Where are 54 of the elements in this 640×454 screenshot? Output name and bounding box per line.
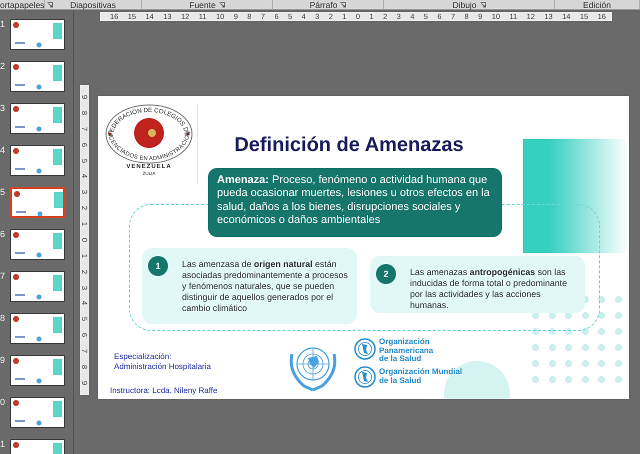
slide-preview-drawing bbox=[11, 62, 64, 91]
slide-preview-drawing bbox=[11, 314, 64, 343]
slide-preview-drawing bbox=[12, 189, 63, 216]
slide-thumbnail[interactable] bbox=[10, 313, 65, 344]
slide-number: 5 bbox=[0, 187, 6, 197]
ribbon-group-label: Dibujo bbox=[452, 0, 477, 10]
slide-preview-drawing bbox=[11, 104, 64, 133]
slide-number: 1 bbox=[0, 19, 6, 29]
slide-thumbnail[interactable] bbox=[10, 19, 65, 50]
slide-thumbnail[interactable] bbox=[10, 397, 65, 428]
globe-emblem-icon bbox=[354, 366, 376, 388]
step-number: 2 bbox=[376, 264, 396, 284]
slide-number: 7 bbox=[0, 271, 6, 281]
ribbon-group-label: ortapapeles bbox=[0, 0, 44, 10]
dialog-launcher-icon[interactable] bbox=[340, 2, 346, 8]
slide-thumbnail[interactable] bbox=[10, 229, 65, 260]
dialog-launcher-icon[interactable] bbox=[480, 2, 486, 8]
specialization-text: Administración Hospitalaria bbox=[114, 362, 211, 372]
step-number: 1 bbox=[148, 256, 168, 276]
slide-preview-drawing bbox=[11, 272, 64, 301]
slide-number: 1 bbox=[0, 439, 6, 449]
ribbon-group-label: Edición bbox=[583, 0, 611, 10]
slide-preview-drawing bbox=[11, 230, 64, 259]
slide-number: 9 bbox=[0, 355, 6, 365]
card-text: Las amenzasa de origen natural están asociadas predominantemente a procesos y fenómenos naturales, que se pueden distinguir de aquellos generados por el cambio climático bbox=[182, 259, 349, 315]
ribbon-group-label: Diapositivas bbox=[70, 0, 116, 10]
slide-thumbnail[interactable] bbox=[10, 355, 65, 386]
ribbon-group-label: Fuente bbox=[189, 0, 216, 10]
slide-preview-drawing bbox=[11, 146, 64, 175]
slide-title: Definición de Amenazas bbox=[233, 134, 465, 157]
slide-thumbnail[interactable] bbox=[10, 145, 65, 176]
dialog-launcher-icon[interactable] bbox=[47, 2, 54, 8]
card-text: Las amenazas antropogénicas son las inducidas de forma total o predominante por las actividades y las acciones humanas. bbox=[410, 267, 568, 312]
slide-number: 3 bbox=[0, 103, 6, 113]
slide-preview-drawing bbox=[11, 398, 64, 427]
slide-thumbnail[interactable] bbox=[10, 61, 65, 92]
slide-number: 8 bbox=[0, 313, 6, 323]
slide-preview-drawing bbox=[11, 356, 64, 385]
slide-thumbnail[interactable] bbox=[10, 271, 65, 302]
slide-number: 4 bbox=[0, 145, 6, 155]
definition-text: Amenaza: Proceso, fenómeno o actividad humana que pueda ocasionar muertes, lesiones u otros efectos en la salud, daños a los bienes, disrupciones sociales y económicos o daños ambientales bbox=[208, 168, 502, 237]
specialization-text: Especialización: bbox=[114, 352, 172, 362]
ribbon-group-label: Párrafo bbox=[310, 0, 338, 10]
slide-number: 0 bbox=[0, 397, 6, 407]
slide-thumbnail[interactable] bbox=[10, 103, 65, 134]
slide-number: 6 bbox=[0, 229, 6, 239]
slide-number: 2 bbox=[0, 61, 6, 71]
globe-emblem-icon bbox=[354, 338, 376, 360]
organization-name: Organización Mundial de la Salud bbox=[379, 368, 464, 386]
instructor-text: Instructora: Lcda. Nileny Raffe bbox=[110, 386, 218, 396]
slide-thumbnail[interactable] bbox=[10, 187, 65, 218]
dialog-launcher-icon[interactable] bbox=[218, 2, 225, 8]
organization-name: Organización Panamericana de la Salud bbox=[379, 338, 434, 364]
slide-preview-drawing bbox=[11, 20, 64, 49]
